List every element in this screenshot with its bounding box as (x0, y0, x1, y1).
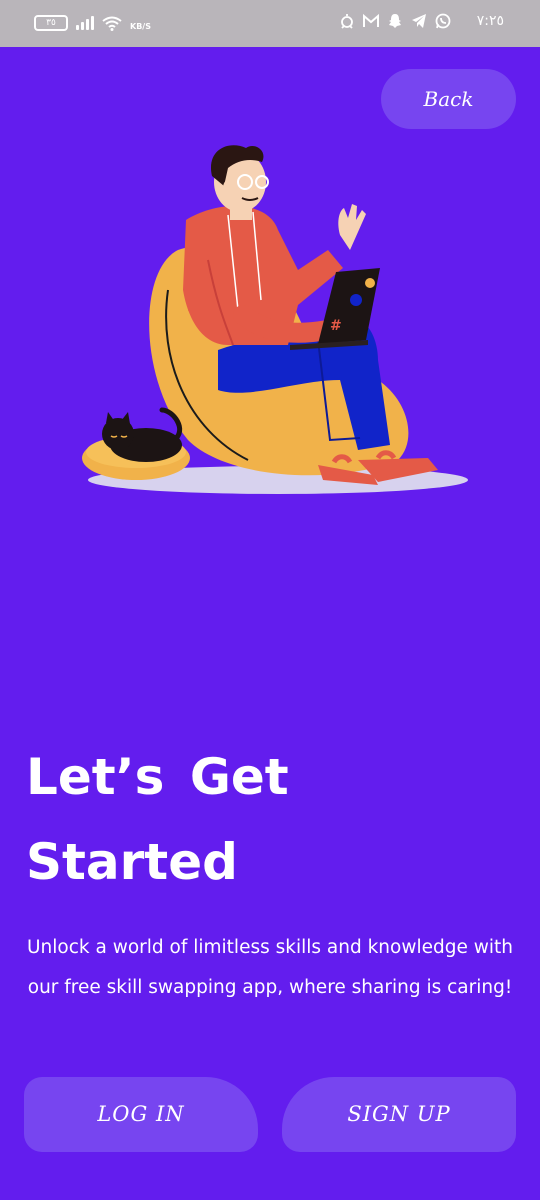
battery-level: ٣٥ (46, 17, 56, 28)
telegram-icon (411, 14, 426, 28)
svg-text:#: # (330, 318, 342, 334)
back-button[interactable]: Back (381, 69, 516, 129)
title-line-2: Started (26, 833, 238, 891)
status-time: ٧:٢٥ (476, 13, 504, 29)
network-speed: KB/S (130, 22, 151, 31)
status-bar-left: ٣٥ KB/S (34, 14, 151, 31)
alarm-icon (340, 14, 353, 29)
snapchat-icon (388, 14, 401, 28)
hero-illustration: # (82, 145, 468, 494)
gmail-icon (362, 13, 379, 27)
signup-button[interactable]: SIGN UP (282, 1077, 516, 1152)
page-description: Unlock a world of limitless skills and k… (27, 937, 513, 998)
status-bar-right: ٧:٢٥ (339, 13, 504, 29)
whatsapp-icon (435, 13, 451, 29)
signal-icon (76, 15, 94, 30)
page-title: Let’s Get Started (26, 735, 506, 905)
title-line-1: Let’s Get (26, 748, 289, 806)
wifi-icon (102, 16, 122, 31)
battery-icon: ٣٥ (34, 14, 68, 31)
status-bar: ٣٥ KB/S ٧:٢٥ (0, 0, 540, 47)
waving-hand (338, 204, 366, 250)
login-button[interactable]: LOG IN (24, 1077, 258, 1152)
